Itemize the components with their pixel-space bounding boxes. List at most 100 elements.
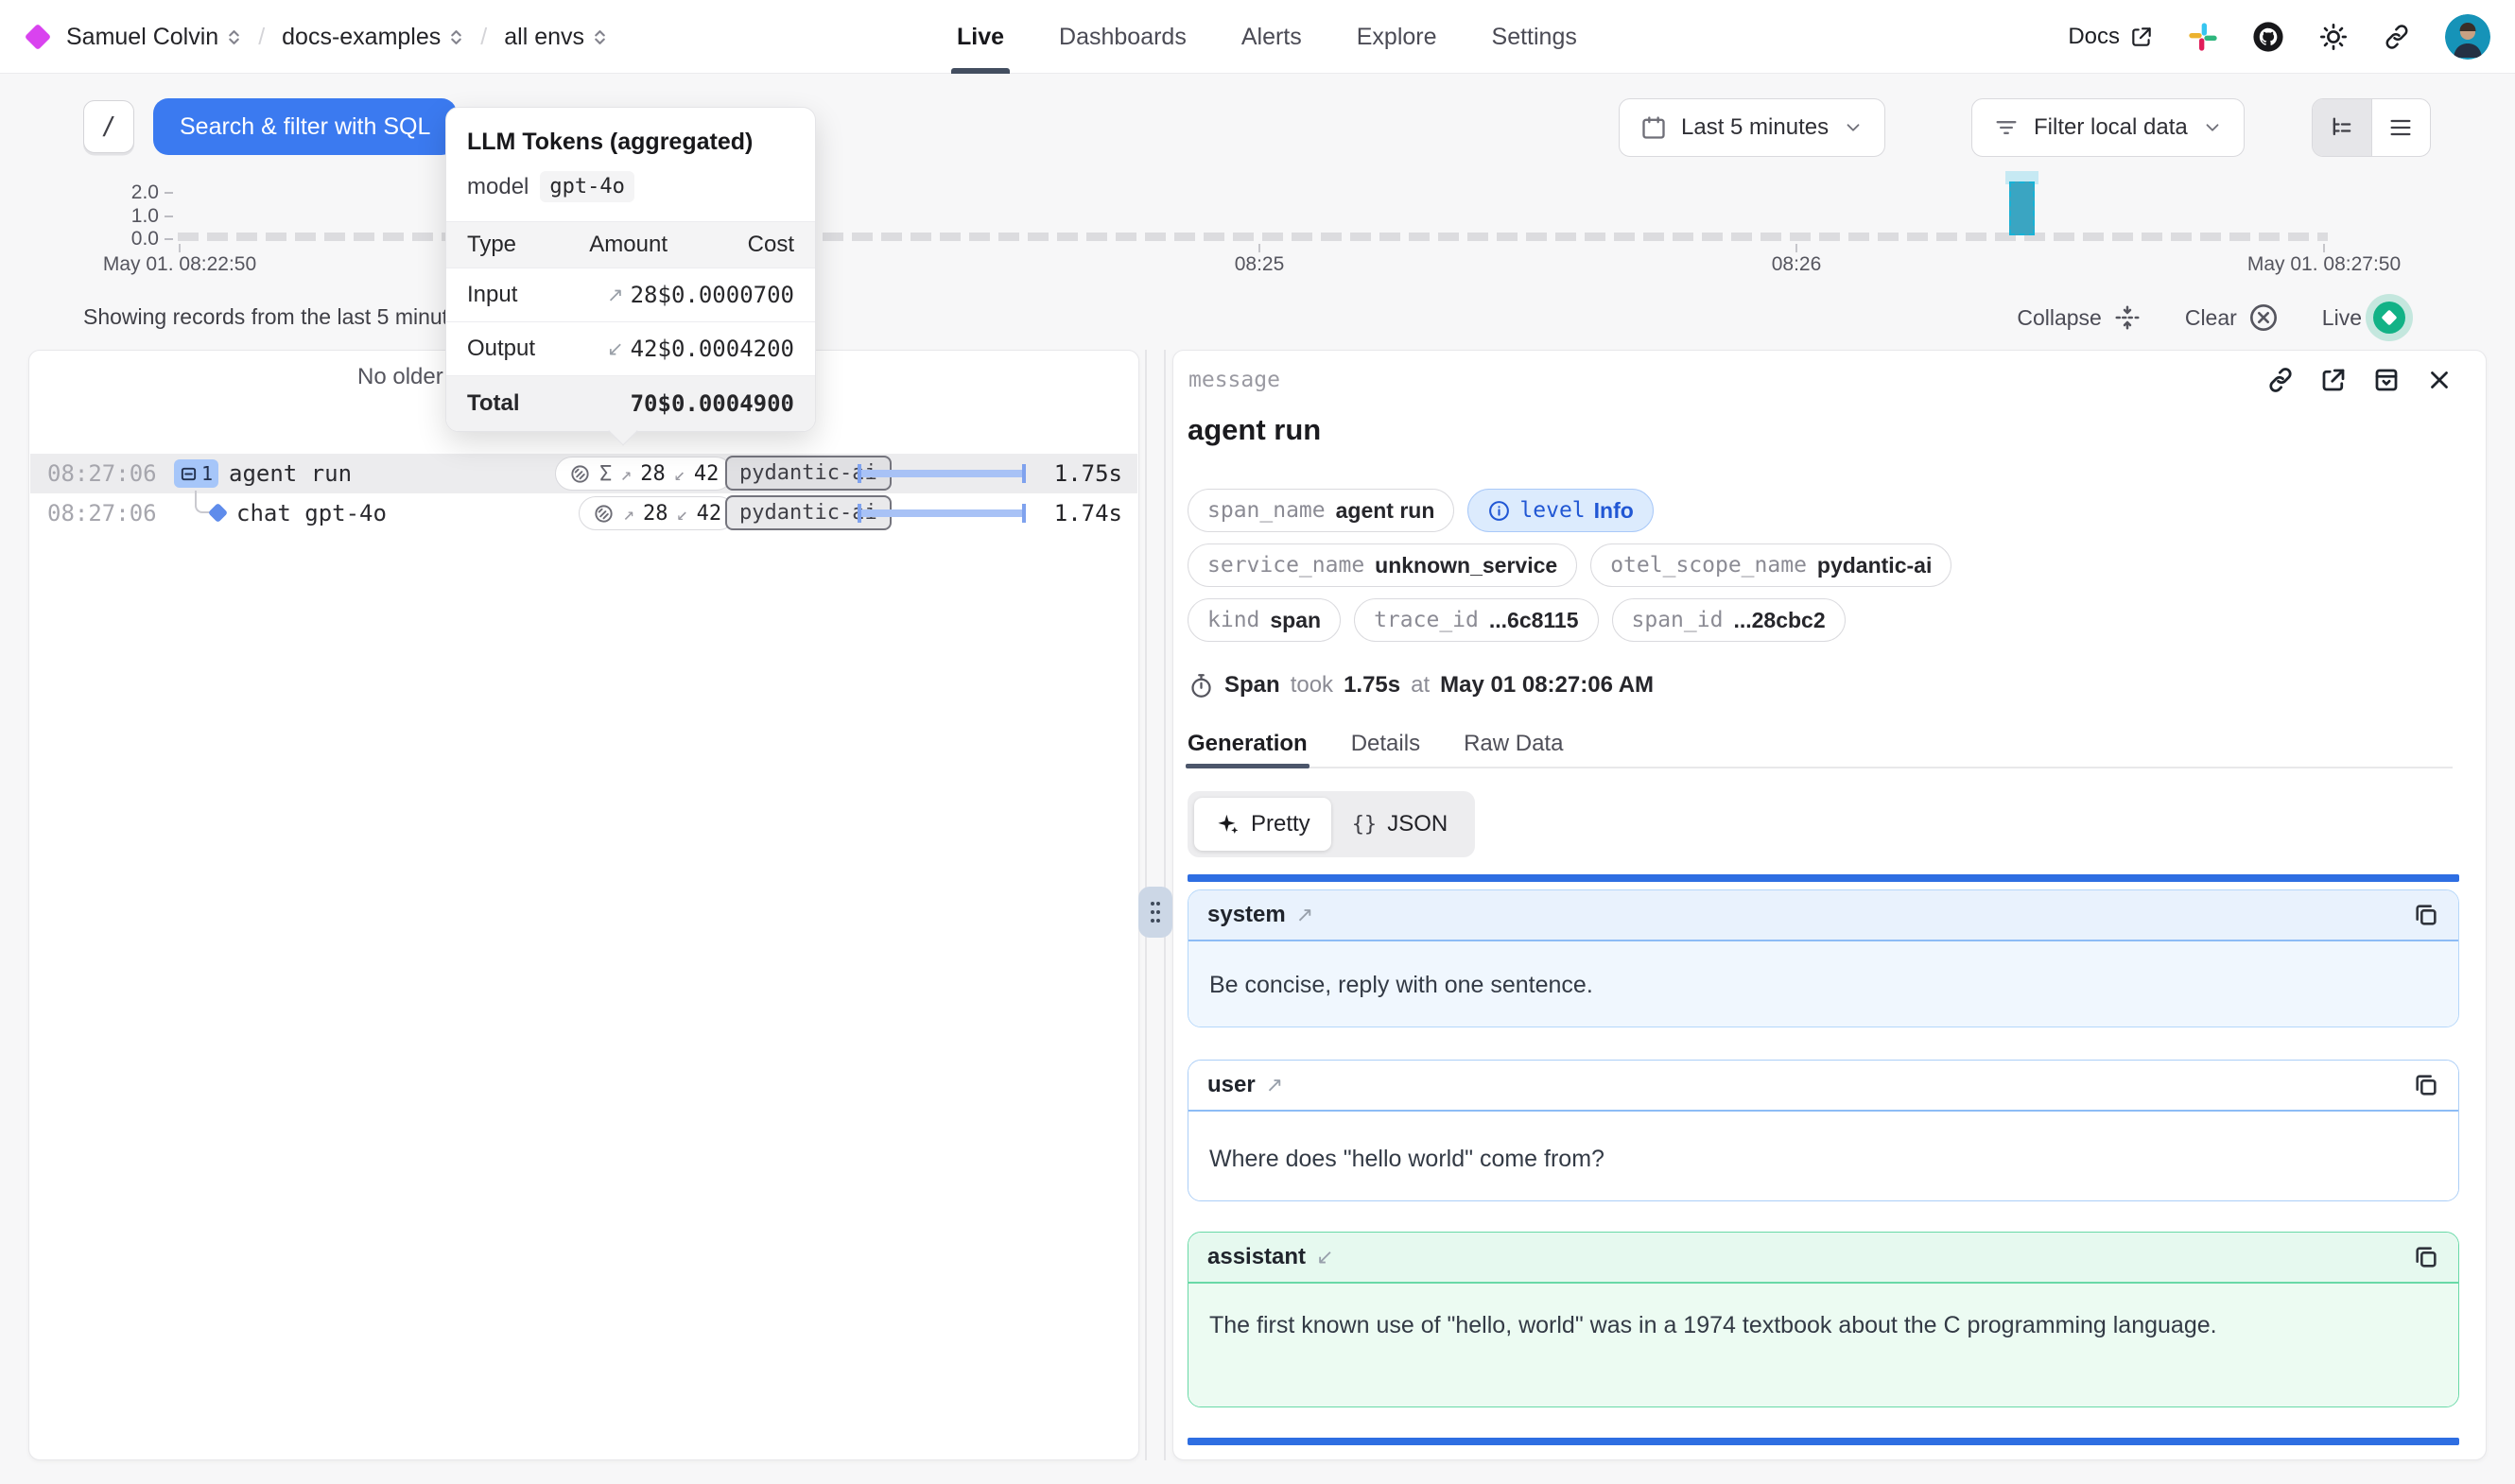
tab-generation[interactable]: Generation	[1188, 721, 1308, 767]
tab-raw-data[interactable]: Raw Data	[1464, 721, 1563, 767]
env-selector[interactable]: all envs	[504, 24, 607, 51]
message-content: Where does "hello world" come from?	[1209, 1140, 2437, 1178]
share-link-icon[interactable]	[2383, 23, 2411, 51]
y-axis-tick: 0.0	[110, 228, 159, 250]
search-shortcut-key[interactable]: /	[83, 100, 134, 153]
scroll-top-indicator	[1188, 874, 2459, 882]
list-view-button[interactable]	[2371, 99, 2431, 156]
message-role: system	[1207, 902, 1286, 928]
row-cost: $0.0004900	[658, 390, 795, 417]
message-card-header: system ↗	[1188, 890, 2458, 941]
stopwatch-icon	[1188, 673, 1214, 699]
tree-view-button[interactable]	[2313, 99, 2371, 156]
otel-scope-pill[interactable]: otel_scope_name pydantic-ai	[1590, 544, 1951, 587]
timing-at-word: at	[1411, 672, 1430, 699]
sparkle-icon	[1215, 812, 1240, 837]
tooltip-model-row: model gpt-4o	[446, 156, 815, 221]
message-content: The first known use of "hello, world" wa…	[1209, 1306, 2268, 1344]
col-type: Type	[467, 232, 573, 258]
token-coin-icon	[593, 503, 615, 525]
user-avatar[interactable]	[2445, 14, 2490, 60]
row-type: Output	[467, 336, 567, 362]
tab-explore[interactable]: Explore	[1357, 0, 1437, 74]
project-selector[interactable]: docs-examples	[282, 24, 463, 51]
y-tick-mark	[165, 238, 173, 240]
span-name-pill[interactable]: span_name agent run	[1188, 489, 1454, 532]
tab-settings[interactable]: Settings	[1492, 0, 1577, 74]
time-range-dropdown[interactable]: Last 5 minutes	[1619, 98, 1885, 157]
message-card-user: user ↗ Where does "hello world" come fro…	[1188, 1060, 2459, 1201]
message-card-header: user ↗	[1188, 1061, 2458, 1112]
pretty-label: Pretty	[1251, 811, 1310, 837]
duration-bar	[858, 470, 1026, 477]
span-title: agent run	[1188, 413, 1321, 447]
message-direction-icon: ↙	[1316, 1245, 1333, 1269]
sigma-icon: Σ	[599, 462, 612, 486]
docs-link[interactable]: Docs	[2068, 24, 2154, 50]
kind-pill[interactable]: kind span	[1188, 598, 1341, 642]
copy-icon[interactable]	[2413, 902, 2439, 928]
close-panel-icon[interactable]	[2425, 366, 2454, 394]
org-selector[interactable]: Samuel Colvin	[66, 24, 241, 51]
trace-row-agent-run[interactable]: 08:27:06 1 agent run Σ ↗28 ↙42 pydantic-…	[30, 454, 1137, 493]
service-name-pill[interactable]: service_name unknown_service	[1188, 544, 1577, 587]
input-arrow-icon: ↗	[620, 462, 632, 485]
grip-dots-icon	[1148, 898, 1163, 926]
chevron-updown-icon	[593, 28, 607, 46]
search-filter-button[interactable]: Search & filter with SQL	[153, 98, 457, 155]
level-pill[interactable]: level Info	[1467, 489, 1653, 532]
env-name: all envs	[504, 24, 584, 51]
token-usage-pill[interactable]: Σ ↗28 ↙42	[555, 457, 733, 491]
open-in-new-icon[interactable]	[2319, 366, 2348, 394]
output-arrow-icon: ↙	[607, 337, 624, 361]
pill-label: otel_scope_name	[1610, 553, 1807, 578]
collapse-button[interactable]: Collapse	[2017, 303, 2142, 332]
filter-local-dropdown[interactable]: Filter local data	[1971, 98, 2245, 157]
histogram-bar[interactable]	[2009, 181, 2035, 235]
tab-alerts[interactable]: Alerts	[1241, 0, 1302, 74]
detail-tabs: Generation Details Raw Data	[1188, 721, 2453, 768]
tooltip-table-header: Type Amount Cost	[446, 221, 815, 267]
tooltip-title: LLM Tokens (aggregated)	[446, 108, 815, 156]
message-card-system: system ↗ Be concise, reply with one sent…	[1188, 889, 2459, 1027]
token-coin-icon	[569, 463, 591, 485]
message-role: user	[1207, 1072, 1256, 1098]
pill-value: pydantic-ai	[1817, 553, 1932, 578]
message-card-body: Where does "hello world" come from?	[1188, 1112, 2458, 1200]
x-tick-mark	[1258, 244, 1260, 252]
dock-panel-icon[interactable]	[2372, 366, 2401, 394]
y-tick-mark	[165, 192, 173, 194]
pretty-toggle-button[interactable]: Pretty	[1194, 798, 1331, 851]
trace-row-chat-gpt-4o[interactable]: 08:27:06 chat gpt-4o ↗28 ↙42 pydantic-ai…	[30, 493, 1137, 533]
splitter-grip[interactable]	[1138, 887, 1172, 938]
token-usage-pill[interactable]: ↗28 ↙42	[579, 496, 736, 530]
copy-icon[interactable]	[2413, 1244, 2439, 1270]
chevron-down-icon	[1843, 117, 1864, 138]
children-collapse-badge[interactable]: 1	[174, 459, 218, 488]
tab-details[interactable]: Details	[1351, 721, 1420, 767]
showing-records-note: Showing records from the last 5 minutes	[83, 304, 471, 330]
live-indicator-icon	[2373, 302, 2405, 334]
trace-id-pill[interactable]: trace_id ...6c8115	[1354, 598, 1598, 642]
theme-toggle-sun-icon[interactable]	[2318, 22, 2349, 52]
github-icon[interactable]	[2252, 21, 2284, 53]
copy-icon[interactable]	[2413, 1072, 2439, 1098]
copy-link-icon[interactable]	[2266, 366, 2295, 394]
json-label: JSON	[1387, 811, 1448, 837]
message-direction-icon: ↗	[1296, 903, 1313, 927]
pill-value: Info	[1594, 498, 1634, 524]
output-tokens: 42	[697, 502, 722, 526]
tab-live[interactable]: Live	[957, 0, 1004, 74]
top-header: Samuel Colvin / docs-examples / all envs…	[0, 0, 2515, 74]
live-toggle[interactable]: Live	[2322, 302, 2405, 334]
span-id-pill[interactable]: span_id ...28cbc2	[1612, 598, 1846, 642]
json-toggle-button[interactable]: {} JSON	[1331, 798, 1469, 851]
org-name: Samuel Colvin	[66, 24, 218, 51]
slack-icon[interactable]	[2188, 22, 2218, 52]
tab-dashboards[interactable]: Dashboards	[1059, 0, 1187, 74]
attribute-pill-row: service_name unknown_service otel_scope_…	[1188, 544, 1951, 587]
clear-button[interactable]: Clear	[2185, 302, 2279, 333]
breadcrumb: Samuel Colvin / docs-examples / all envs	[28, 0, 607, 74]
filter-local-value: Filter local data	[2034, 114, 2188, 141]
collapse-box-icon	[180, 465, 198, 483]
